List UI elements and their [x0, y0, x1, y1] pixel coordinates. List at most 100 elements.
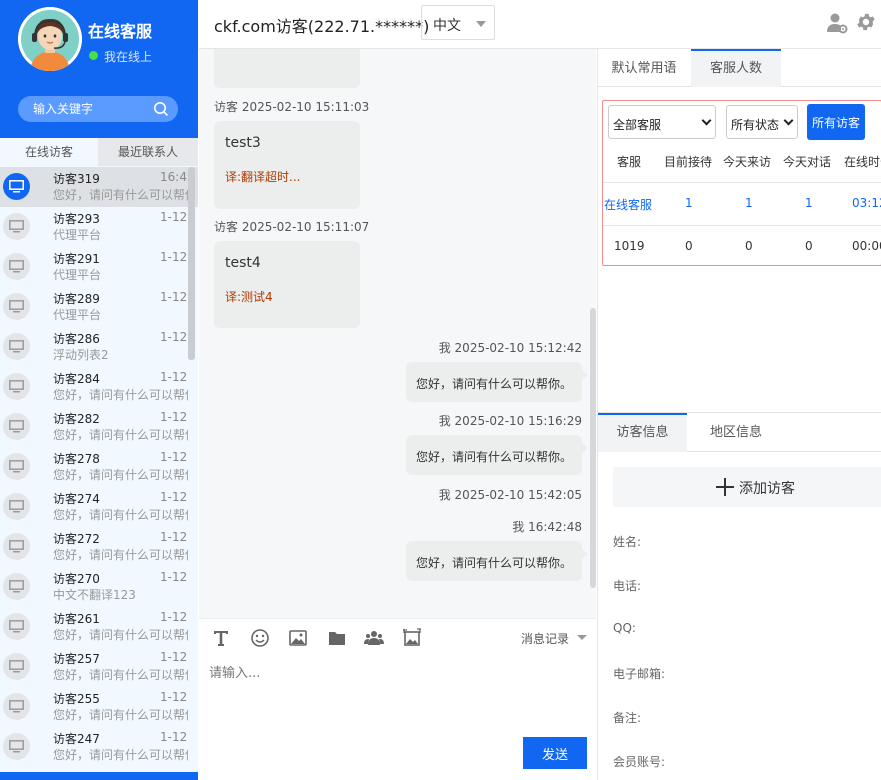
- visitor-name: 访客293: [53, 212, 100, 226]
- message-input[interactable]: [199, 656, 596, 736]
- text-format-icon[interactable]: [211, 628, 231, 648]
- visitor-last-message: 中文不翻译123: [53, 588, 136, 602]
- visitor-item[interactable]: 访客274 1-12 您好，请问有什么可以帮你。: [0, 487, 198, 527]
- visitor-time: 1-12: [160, 290, 188, 304]
- monitor-icon: [3, 173, 30, 200]
- chat-scrollbar[interactable]: [590, 308, 596, 588]
- image-icon[interactable]: [288, 628, 308, 648]
- field-name-label: 姓名:: [613, 535, 642, 549]
- visitor-time: 1-12: [160, 370, 188, 384]
- monitor-icon: [3, 293, 30, 320]
- user-settings-icon[interactable]: [826, 12, 848, 34]
- message-bubble-partial: [214, 49, 360, 88]
- chevron-down-icon: [701, 115, 712, 126]
- folder-icon[interactable]: [327, 628, 347, 648]
- visitor-last-message: 代理平台: [53, 308, 102, 322]
- gear-icon[interactable]: [855, 11, 877, 33]
- visitor-item[interactable]: 访客272 1-12 您好，请问有什么可以帮你。: [0, 527, 198, 567]
- visitor-item[interactable]: 访客284 1-12 您好，请问有什么可以帮你。: [0, 367, 198, 407]
- status-filter-select[interactable]: 所有状态: [726, 105, 798, 139]
- reply-timestamp: 我 16:42:48: [512, 520, 582, 534]
- monitor-icon: [3, 333, 30, 360]
- search-input[interactable]: [18, 96, 148, 122]
- all-visitors-button[interactable]: 所有访客: [807, 104, 865, 140]
- language-select[interactable]: 中文: [421, 5, 495, 40]
- agent-stats-box: 全部客服 所有状态 所有访客 客服 目前接待 今天来访 今天对话 在线时长 在线…: [602, 100, 881, 266]
- message-translation: 译:测试4: [225, 290, 273, 304]
- field-email-label: 电子邮箱:: [613, 667, 666, 681]
- visitor-item[interactable]: 访客293 1-12 代理平台: [0, 207, 198, 247]
- monitor-icon: [3, 373, 30, 400]
- visitor-name: 访客274: [53, 492, 100, 506]
- field-note-label: 备注:: [613, 711, 642, 725]
- visitor-item[interactable]: 访客289 1-12 代理平台: [0, 287, 198, 327]
- visitor-time: 1-12: [160, 330, 188, 344]
- visitor-time: 1-12: [160, 570, 188, 584]
- chat-header: ckf.com访客(222.71.******) 中文: [199, 0, 881, 49]
- visitor-item[interactable]: 访客31916:42您好，请问有什么可以帮你。: [0, 167, 198, 207]
- visitor-last-message: 您好，请问有什么可以帮你。: [53, 508, 188, 522]
- right-panel: 默认常用语 客服人数 全部客服 所有状态 所有访客 客服 目前接待 今天来访 今…: [597, 49, 881, 780]
- message-history-link[interactable]: 消息记录: [521, 630, 587, 647]
- table-cell: 1: [805, 196, 813, 210]
- table-cell: 1: [685, 196, 693, 210]
- visitor-name: 访客278: [53, 452, 100, 466]
- tab-visitor-info[interactable]: 访客信息: [598, 413, 687, 452]
- table-cell: 03:12: [852, 196, 881, 210]
- plus-icon: [715, 477, 735, 497]
- visitor-time: 1-12: [160, 730, 188, 744]
- visitor-last-message: 您好，请问有什么可以帮你。: [53, 708, 188, 722]
- agent-reply: 您好，请问有什么可以帮你。: [405, 435, 589, 475]
- visitor-item[interactable]: 访客286 1-12 浮动列表2: [0, 327, 198, 367]
- message-timestamp: 访客 2025-02-10 15:11:03: [214, 100, 370, 114]
- visitor-item[interactable]: 访客261 1-12 您好，请问有什么可以帮你。: [0, 607, 198, 647]
- visitor-item[interactable]: 访客257 1-12 您好，请问有什么可以帮你。: [0, 647, 198, 687]
- monitor-icon: [3, 493, 30, 520]
- visitor-name: 访客257: [53, 652, 100, 666]
- visitor-time: 1-12: [160, 410, 188, 424]
- visitor-item[interactable]: 访客255 1-12 您好，请问有什么可以帮你。: [0, 687, 198, 727]
- sidebar-scrollbar[interactable]: [188, 167, 195, 360]
- visitor-item[interactable]: 访客291 1-12 代理平台: [0, 247, 198, 287]
- agent-filter-select[interactable]: 全部客服: [608, 105, 716, 139]
- message-text: test4: [225, 255, 261, 271]
- chat-messages: 访客 2025-02-10 15:11:03 test3 译:翻译超时... 访…: [199, 49, 596, 618]
- tab-online-visitors[interactable]: 在线访客: [0, 138, 98, 166]
- reply-timestamp: 我 2025-02-10 15:16:29: [438, 414, 582, 428]
- tab-recent-contacts[interactable]: 最近联系人: [98, 138, 198, 166]
- screenshot-icon[interactable]: [402, 628, 422, 648]
- add-visitor-button[interactable]: 添加访客: [613, 467, 881, 507]
- language-value: 中文: [433, 18, 461, 34]
- table-cell: 0: [805, 239, 813, 253]
- visitor-last-message: 您好，请问有什么可以帮你。: [53, 468, 188, 482]
- send-button[interactable]: 发送: [523, 737, 587, 769]
- chevron-down-icon: [476, 21, 486, 27]
- agent-name-cell: 1019: [614, 239, 645, 253]
- message-history-label: 消息记录: [521, 632, 570, 646]
- online-status-text[interactable]: 我在线上: [104, 48, 152, 65]
- table-cell: 0: [745, 239, 753, 253]
- visitor-name: 访客282: [53, 412, 100, 426]
- emoji-icon[interactable]: [250, 628, 270, 648]
- visitor-item[interactable]: 访客282 1-12 您好，请问有什么可以帮你。: [0, 407, 198, 447]
- transfer-users-icon[interactable]: [364, 628, 384, 648]
- column-header: 今天来访: [723, 155, 772, 169]
- monitor-icon: [3, 213, 30, 240]
- visitor-list: 访客31916:42您好，请问有什么可以帮你。访客2931-12代理平台访客29…: [0, 167, 198, 780]
- tab-region-info[interactable]: 地区信息: [688, 413, 784, 452]
- status-filter-value: 所有状态: [731, 118, 780, 132]
- visitor-time: 1-12: [160, 490, 188, 504]
- tab-agent-count[interactable]: 客服人数: [691, 49, 781, 87]
- visitor-last-message: 代理平台: [53, 228, 102, 242]
- avatar[interactable]: [18, 7, 82, 71]
- visitor-item[interactable]: 访客270 1-12 中文不翻译123: [0, 567, 198, 607]
- visitor-last-message: 您好，请问有什么可以帮你。: [53, 668, 188, 682]
- sidebar: 在线客服 我在线上 在线访客 最近联系人 访客31916:42您好，请问有什么可…: [0, 0, 198, 780]
- visitor-item[interactable]: 访客278 1-12 您好，请问有什么可以帮你。: [0, 447, 198, 487]
- tab-common-phrases[interactable]: 默认常用语: [598, 49, 690, 87]
- visitor-name: 访客255: [53, 692, 100, 706]
- visitor-item[interactable]: 访客247 1-12 您好，请问有什么可以帮你。: [0, 727, 198, 767]
- agent-name-link[interactable]: 在线客服: [604, 196, 652, 213]
- search-icon[interactable]: [153, 101, 169, 117]
- visitor-name: 访客284: [53, 372, 100, 386]
